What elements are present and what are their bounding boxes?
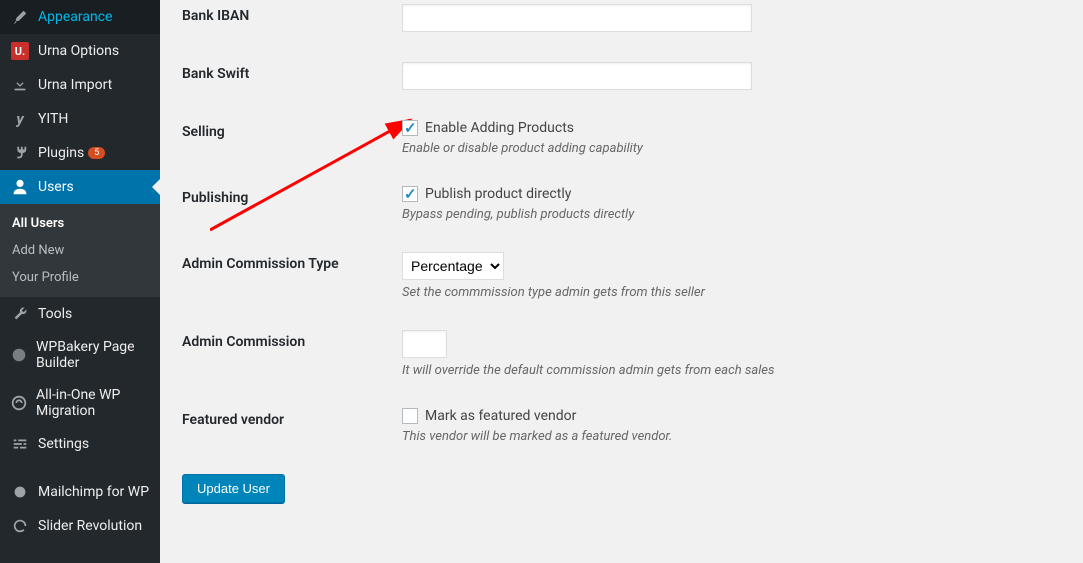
sidebar-item-plugins[interactable]: Plugins 5	[0, 136, 160, 170]
label-publishing: Publishing	[182, 186, 402, 206]
publish-directly-checkbox[interactable]	[402, 186, 418, 202]
sub-add-new[interactable]: Add New	[0, 237, 160, 264]
yith-icon: y	[10, 110, 30, 128]
publishing-desc: Bypass pending, publish products directl…	[402, 207, 1083, 222]
sidebar-item-mailchimp[interactable]: Mailchimp for WP	[0, 475, 160, 509]
sidebar-item-label: Tools	[38, 306, 72, 322]
featured-vendor-label: Mark as featured vendor	[425, 408, 576, 424]
main-content: Bank IBAN Bank Swift Selling Enable Addi…	[160, 0, 1083, 563]
row-commission-type: Admin Commission Type Percentage Set the…	[182, 252, 1083, 300]
sidebar-item-label: Settings	[38, 436, 89, 452]
commission-desc: It will override the default commission …	[402, 363, 1083, 378]
sub-your-profile[interactable]: Your Profile	[0, 264, 160, 291]
sidebar-item-label: Plugins	[38, 145, 84, 161]
sidebar-item-tools[interactable]: Tools	[0, 297, 160, 331]
sidebar-item-users[interactable]: Users	[0, 170, 160, 204]
commission-type-select[interactable]: Percentage	[402, 252, 504, 280]
urna-icon: U.	[10, 42, 30, 60]
bank-iban-input[interactable]	[402, 4, 752, 32]
admin-sidebar: Appearance U. Urna Options Urna Import y…	[0, 0, 160, 563]
update-user-button[interactable]: Update User	[182, 474, 285, 503]
enable-adding-products-label: Enable Adding Products	[425, 120, 574, 136]
row-bank-swift: Bank Swift	[182, 62, 1083, 90]
refresh-icon	[10, 517, 30, 535]
sub-all-users[interactable]: All Users	[0, 210, 160, 237]
commission-input[interactable]	[402, 330, 447, 358]
sidebar-item-settings[interactable]: Settings	[0, 427, 160, 461]
selling-desc: Enable or disable product adding capabil…	[402, 141, 1083, 156]
update-badge: 5	[88, 147, 105, 159]
sidebar-item-urna-import[interactable]: Urna Import	[0, 68, 160, 102]
plug-icon	[10, 144, 30, 162]
commission-type-desc: Set the commmission type admin gets from…	[402, 285, 1083, 300]
label-bank-iban: Bank IBAN	[182, 4, 402, 24]
featured-desc: This vendor will be marked as a featured…	[402, 429, 1083, 444]
publish-directly-label: Publish product directly	[425, 186, 571, 202]
label-featured: Featured vendor	[182, 408, 402, 428]
paintbrush-icon	[10, 8, 30, 26]
label-selling: Selling	[182, 120, 402, 140]
user-icon	[10, 178, 30, 196]
mailchimp-icon	[10, 483, 30, 501]
sidebar-item-label: Appearance	[38, 9, 112, 25]
wrench-icon	[10, 305, 30, 323]
sidebar-item-urna-options[interactable]: U. Urna Options	[0, 34, 160, 68]
download-icon	[10, 76, 30, 94]
label-commission: Admin Commission	[182, 330, 402, 350]
featured-vendor-checkbox[interactable]	[402, 408, 418, 424]
sidebar-item-yith[interactable]: y YITH	[0, 102, 160, 136]
row-bank-iban: Bank IBAN	[182, 4, 1083, 32]
sliders-icon	[10, 435, 30, 453]
wpbakery-icon	[10, 346, 28, 364]
row-publishing: Publishing Publish product directly Bypa…	[182, 186, 1083, 222]
sidebar-submenu: All Users Add New Your Profile	[0, 204, 160, 297]
migration-icon	[10, 394, 28, 412]
sidebar-item-aio-migration[interactable]: All-in-One WP Migration	[0, 379, 160, 427]
label-commission-type: Admin Commission Type	[182, 252, 402, 272]
sidebar-item-label: Users	[38, 179, 74, 195]
row-featured: Featured vendor Mark as featured vendor …	[182, 408, 1083, 444]
sidebar-item-label: Urna Import	[38, 77, 112, 93]
sidebar-item-label: Urna Options	[38, 43, 119, 59]
bank-swift-input[interactable]	[402, 62, 752, 90]
row-selling: Selling Enable Adding Products Enable or…	[182, 120, 1083, 156]
sidebar-item-wpbakery[interactable]: WPBakery Page Builder	[0, 331, 160, 379]
sidebar-item-label: Slider Revolution	[38, 518, 142, 534]
sidebar-item-slider-revolution[interactable]: Slider Revolution	[0, 509, 160, 543]
sidebar-item-appearance[interactable]: Appearance	[0, 0, 160, 34]
row-commission: Admin Commission It will override the de…	[182, 330, 1083, 378]
sidebar-item-label: YITH	[38, 111, 68, 127]
sidebar-item-label: Mailchimp for WP	[38, 484, 149, 500]
sidebar-item-label: WPBakery Page Builder	[36, 339, 150, 371]
label-bank-swift: Bank Swift	[182, 62, 402, 82]
enable-adding-products-checkbox[interactable]	[402, 120, 418, 136]
sidebar-item-label: All-in-One WP Migration	[36, 387, 150, 419]
